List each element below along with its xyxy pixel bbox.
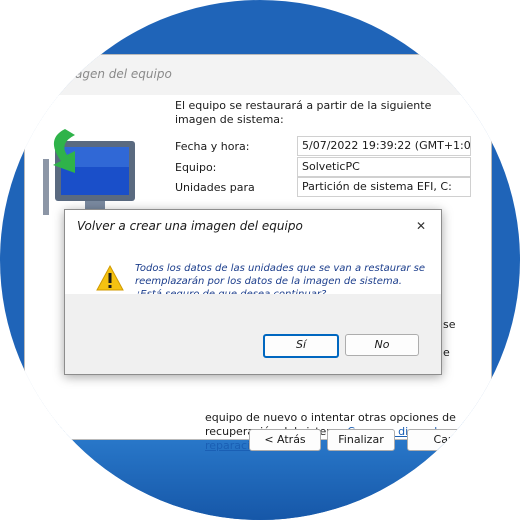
dialog-footer: Sí No [65,294,441,374]
wizard-titlebar: agen del equipo [25,55,491,95]
drives-value: Partición de sistema EFI, C: [297,177,471,197]
date-value: 5/07/2022 19:39:22 (GMT+1:00) [297,136,471,156]
wizard-title: agen del equipo [75,67,172,81]
no-button[interactable]: No [345,334,419,356]
dialog-titlebar: Volver a crear una imagen del equipo ✕ [65,210,441,240]
dialog-message-line1: Todos los datos de las unidades que se v… [135,263,426,274]
obscured-text-fragment: e [443,346,450,359]
finish-button[interactable]: Finalizar [327,429,395,451]
back-button[interactable]: < Atrás [249,429,321,451]
yes-button[interactable]: Sí [263,334,339,358]
obscured-text-fragment: se [443,318,456,331]
dialog-message-line2: reemplazarán por los datos de la imagen … [135,276,402,287]
drives-label: Unidades para [175,181,255,194]
dialog-body: Todos los datos de las unidades que se v… [65,240,441,300]
dialog-title: Volver a crear una imagen del equipo [77,219,303,233]
computer-label: Equipo: [175,161,217,174]
screenshot-stage: agen del equipo El equipo se restaurará … [0,0,520,520]
confirm-dialog: Volver a crear una imagen del equipo ✕ T… [64,209,442,375]
date-label: Fecha y hora: [175,140,250,153]
recovery-text-line1: equipo de nuevo o intentar otras opcione… [205,411,456,424]
circular-frame: agen del equipo El equipo se restaurará … [0,0,520,520]
wizard-button-bar [25,455,491,479]
cancel-button[interactable]: Car [407,429,479,451]
computer-value: SolveticPC [297,157,471,177]
intro-text: El equipo se restaurará a partir de la s… [175,99,432,126]
close-icon[interactable]: ✕ [409,218,433,234]
warning-icon [95,264,125,296]
